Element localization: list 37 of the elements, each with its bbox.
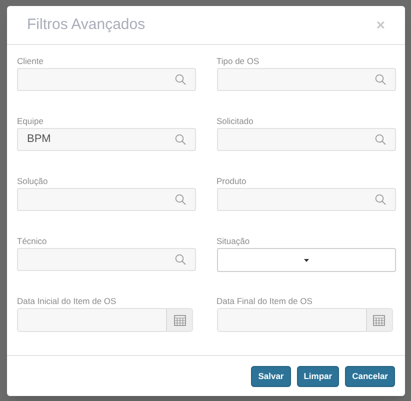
search-field[interactable] — [17, 68, 196, 91]
search-icon[interactable] — [374, 194, 386, 205]
search-field[interactable] — [216, 128, 396, 151]
calendar-icon — [373, 314, 385, 326]
date-field[interactable] — [216, 308, 392, 332]
search-icon[interactable] — [175, 254, 186, 265]
search-field[interactable] — [17, 188, 196, 211]
calendar-button[interactable] — [166, 309, 192, 331]
field-label: Equipe — [17, 115, 44, 128]
dropdown-field[interactable] — [216, 248, 396, 272]
date-field[interactable] — [17, 308, 193, 332]
calendar-icon — [174, 314, 186, 326]
search-field[interactable] — [17, 248, 196, 271]
field-label: Situação — [216, 235, 251, 248]
field-label: Data Inicial do Item de OS — [17, 295, 118, 308]
calendar-button[interactable] — [366, 309, 392, 331]
field-label: Produto — [216, 175, 248, 188]
search-icon[interactable] — [175, 134, 186, 145]
field-label: Solução — [17, 175, 49, 188]
action-button[interactable]: Limpar — [296, 366, 340, 386]
search-icon[interactable] — [374, 74, 386, 85]
search-icon[interactable] — [374, 134, 386, 145]
action-button[interactable]: Salvar — [251, 366, 291, 386]
search-field[interactable]: BPM — [17, 128, 196, 151]
field-label: Cliente — [17, 55, 44, 68]
search-icon[interactable] — [175, 194, 186, 205]
field-label: Data Final do Item de OS — [216, 295, 314, 308]
field-value: BPM — [27, 132, 51, 148]
dialog-title: Filtros Avançados — [27, 14, 146, 35]
field-label: Técnico — [17, 235, 48, 248]
field-label: Tipo de OS — [216, 55, 260, 68]
caret-icon — [304, 258, 308, 262]
search-field[interactable] — [216, 188, 396, 211]
field-label: Solicitado — [216, 115, 254, 128]
action-button[interactable]: Cancelar — [345, 366, 395, 386]
search-field[interactable] — [216, 68, 396, 91]
search-icon[interactable] — [175, 74, 186, 85]
